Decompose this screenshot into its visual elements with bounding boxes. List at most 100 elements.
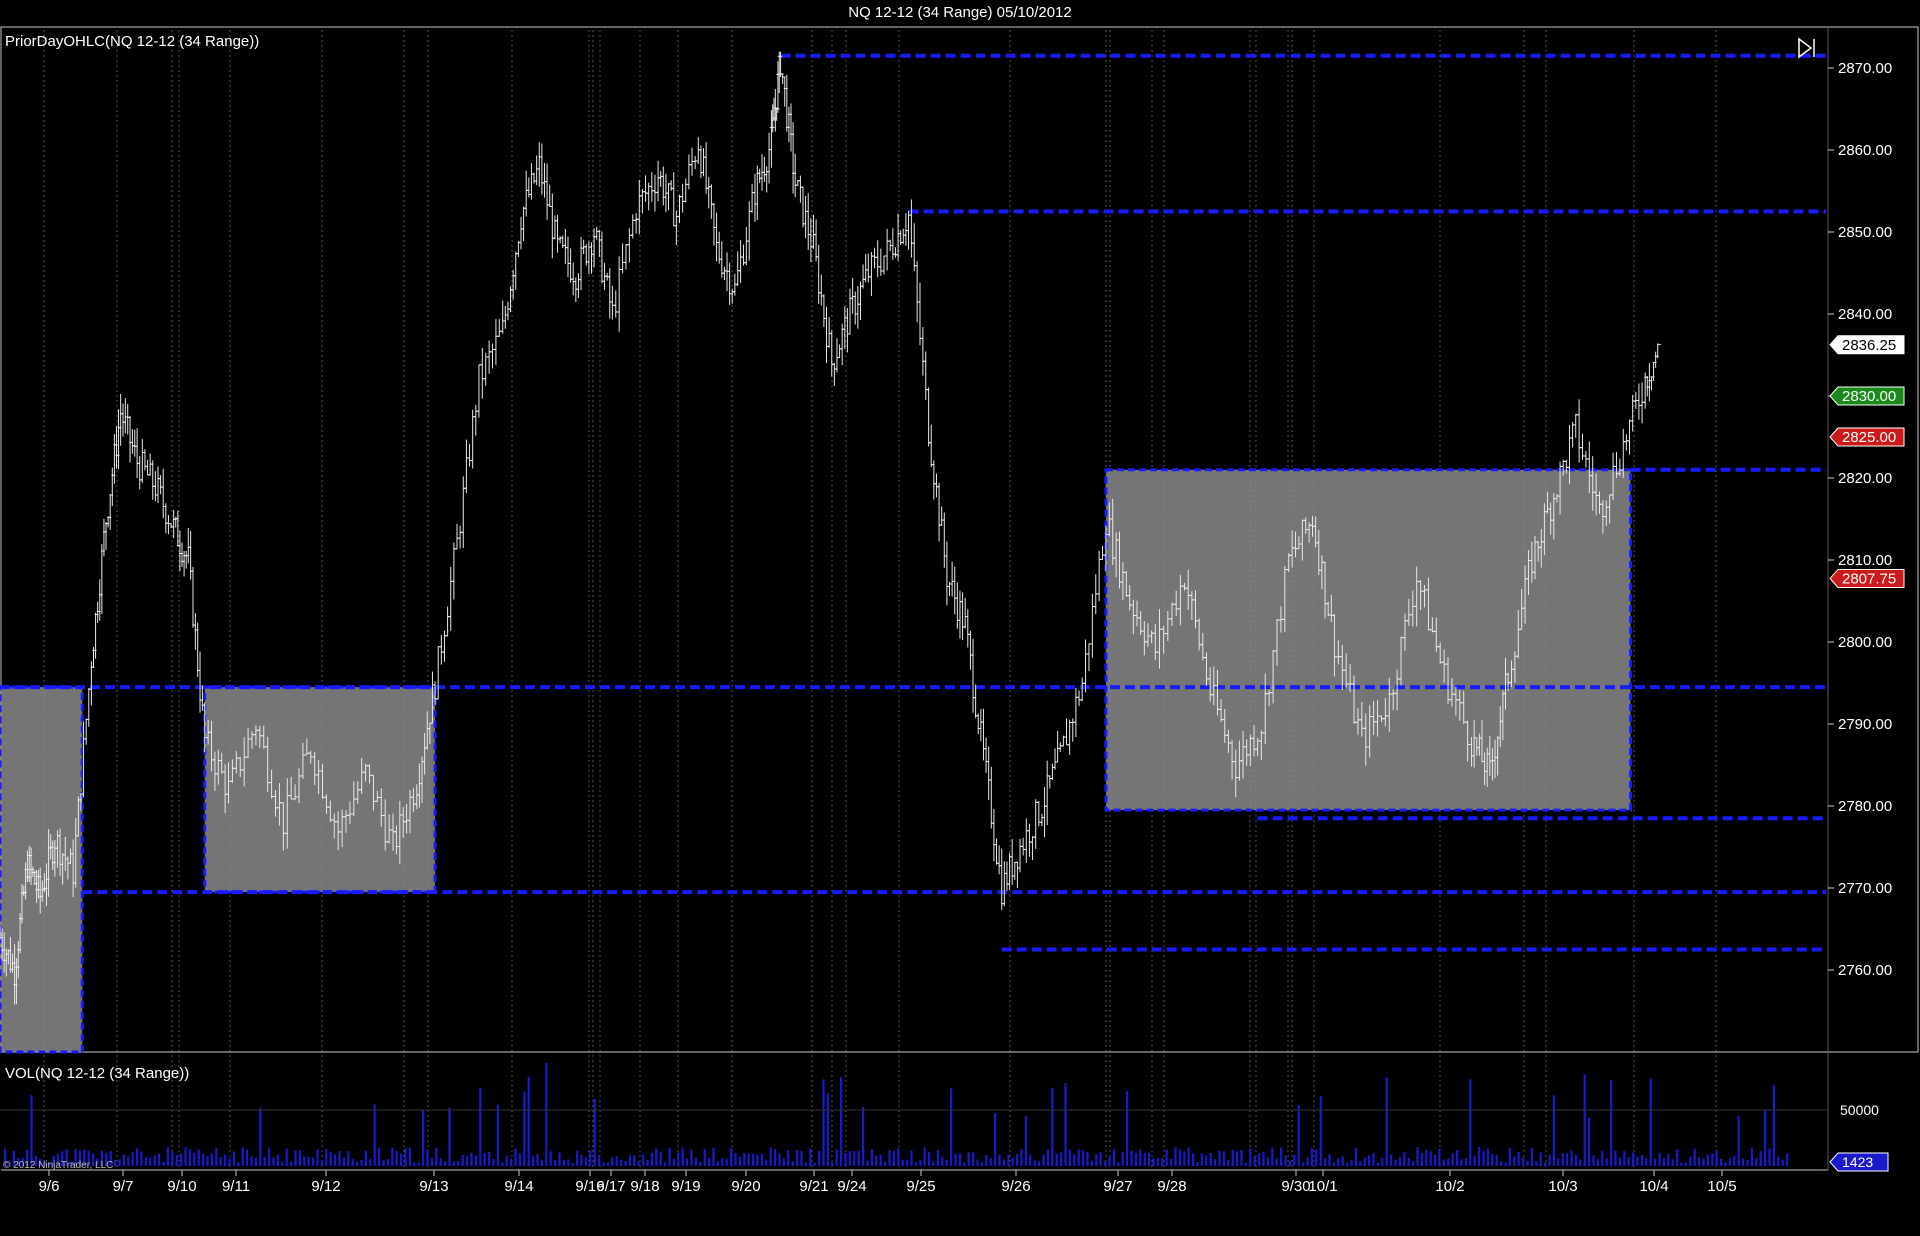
volume-bar [1535,1161,1538,1166]
y-tick-label: 2840.00 [1838,306,1892,323]
volume-bar [1372,1152,1375,1166]
volume-bar [514,1148,517,1166]
x-tick-label: 10/5 [1707,1178,1736,1195]
volume-bar [730,1148,733,1166]
chart-canvas[interactable]: 2870.00 2860.00 2850.00 2840.00 2830.00 2820.… [0,0,1920,1236]
volume-bar [787,1149,790,1166]
volume-bar [752,1153,755,1166]
y-tick-label: 2760.00 [1838,962,1892,979]
volume-bar [967,1152,970,1166]
volume-bar [1583,1074,1586,1166]
volume-bar [1055,1153,1058,1166]
volume-bar [351,1158,354,1166]
volume-bar [1319,1095,1322,1166]
volume-bar [1610,1080,1613,1166]
volume-bar [1042,1154,1045,1166]
volume-bar [1645,1158,1648,1166]
volume-bar [1038,1161,1041,1166]
volume-bar [963,1162,966,1166]
volume-bar [690,1149,693,1166]
volume-bar [268,1148,271,1166]
volume-bar [540,1159,543,1166]
volume-bar [659,1152,662,1166]
volume-bar [1680,1162,1683,1166]
volume-bar [813,1162,816,1166]
volume-bar [1438,1148,1441,1166]
volume-bar [1772,1084,1775,1166]
volume-bar [1711,1153,1714,1166]
volume-bar [901,1159,904,1166]
volume-bar [285,1148,288,1166]
volume-bar [338,1151,341,1166]
volume-bar [193,1152,196,1166]
volume-bar [294,1150,297,1166]
volume-bar [1662,1158,1665,1166]
volume-bar [1654,1158,1657,1166]
volume-bar [1746,1159,1749,1166]
volume-bar [281,1161,284,1166]
volume-bar [593,1098,596,1166]
volume-bar [716,1160,719,1166]
volume-bar [1117,1162,1120,1166]
volume-bar [1363,1157,1366,1166]
volume-bar [1627,1157,1630,1166]
volume-bar [725,1158,728,1166]
x-tick-label: 9/12 [311,1178,340,1195]
y-tick-label: 2860.00 [1838,142,1892,159]
volume-bar [897,1147,900,1166]
volume-bar [615,1156,618,1166]
y-tick-label: 2850.00 [1838,224,1892,241]
volume-bar [554,1160,557,1166]
volume-bar [1262,1152,1265,1166]
x-tick-label: 9/21 [799,1178,828,1195]
volume-bar [1605,1158,1608,1166]
volume-bar [862,1106,865,1166]
x-tick-label: 10/2 [1435,1178,1464,1195]
volume-bar [1315,1149,1318,1166]
volume-bar [1544,1162,1547,1166]
volume-bar [1478,1147,1481,1166]
x-tick-label: 9/17 [596,1178,625,1195]
volume-bar [501,1162,504,1166]
volume-bar [1737,1116,1740,1166]
volume-bar [140,1151,143,1166]
price-panel-title: PriorDayOHLC(NQ 12-12 (34 Range)) [5,33,259,50]
volume-bar [1007,1154,1010,1166]
volume-bar [655,1148,658,1166]
volume-bar [1517,1151,1520,1166]
volume-bar [136,1148,139,1166]
volume-bar [1504,1162,1507,1166]
volume-bar [360,1159,363,1166]
volume-bar [378,1148,381,1166]
x-tick-label: 9/10 [167,1178,196,1195]
volume-bar [1434,1154,1437,1166]
time-axis-labels: 9/6 9/7 9/10 9/11 9/12 9/13 9/14 9/169/17 9/18 9/… [39,1170,1737,1195]
volume-bar [131,1152,134,1166]
volume-bar [884,1161,887,1166]
volume-bar [369,1159,372,1166]
volume-bar [114,1159,117,1166]
volume-bar [1786,1153,1789,1166]
volume-bar [1526,1160,1529,1166]
volume-bar [1750,1148,1753,1166]
volume-bar [162,1161,165,1166]
volume-bar [826,1093,829,1166]
volume-bar [536,1153,539,1166]
volume-bar [954,1153,957,1166]
volume-bar [1614,1150,1617,1166]
volume-bar [879,1154,882,1166]
volume-bar [1486,1148,1489,1166]
volume-bar [624,1160,627,1166]
volume-bar [1781,1159,1784,1166]
volume-bar [1266,1157,1269,1166]
volume-bar [650,1152,653,1166]
price-marker-label: 2830.00 [1842,388,1896,405]
volume-bar [184,1147,187,1166]
volume-bar [259,1107,262,1166]
volume-bar [316,1149,319,1166]
volume-bar [1456,1149,1459,1166]
range-zone-fill [0,687,83,1052]
volume-bar [941,1156,944,1166]
volume-bar [1684,1162,1687,1166]
volume-bar [1332,1162,1335,1166]
